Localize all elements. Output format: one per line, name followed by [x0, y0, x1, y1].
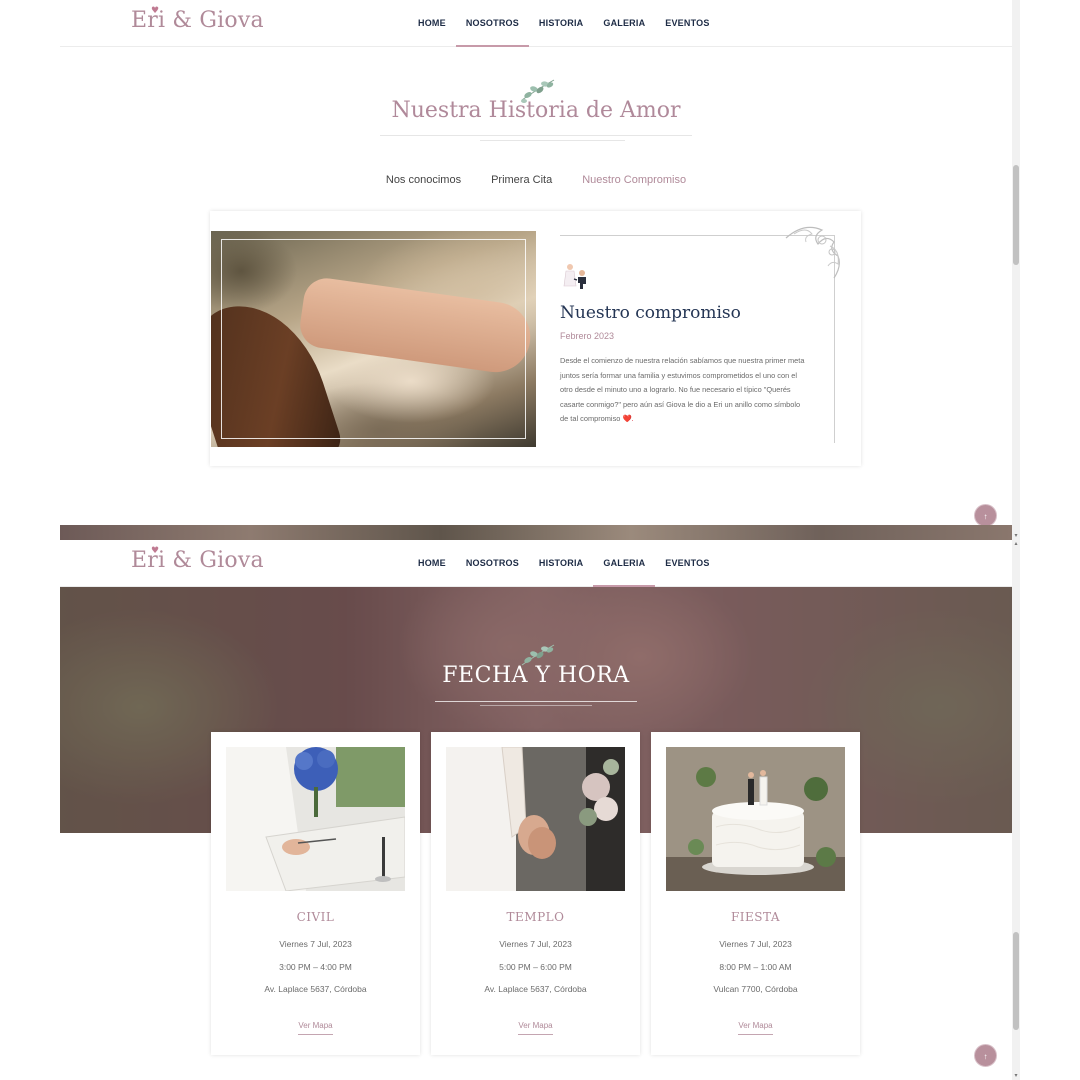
nav-home[interactable]: HOME	[408, 540, 456, 587]
site-logo[interactable]: Eri & Giova ♥	[131, 6, 264, 33]
civil-photo	[226, 747, 405, 891]
event-address: Av. Laplace 5637, Córdoba	[264, 984, 367, 994]
scroll-down-arrow-icon[interactable]: ▾	[1012, 1072, 1020, 1080]
nav-home[interactable]: HOME	[408, 0, 456, 47]
site-logo[interactable]: Eri & Giova ♥	[131, 546, 264, 573]
main-nav: HOME NOSOTROS HISTORIA GALERIA EVENTOS	[408, 0, 720, 47]
arrow-up-icon: ↑	[983, 1052, 988, 1061]
tab-primera-cita[interactable]: Primera Cita	[491, 174, 552, 186]
event-card-fiesta: FIESTA Viernes 7 Jul, 2023 8:00 PM – 1:0…	[651, 732, 860, 1055]
floral-corner-ornament-icon	[785, 226, 840, 279]
nav-galeria[interactable]: GALERIA	[593, 0, 655, 47]
event-time: 3:00 PM – 4:00 PM	[279, 962, 352, 972]
view-map-link[interactable]: Ver Mapa	[518, 1021, 553, 1035]
story-title: Nuestra Historia de Amor	[391, 98, 681, 123]
map-link-wrapper: Ver Mapa	[431, 1015, 640, 1035]
event-date: Viernes 7 Jul, 2023	[279, 939, 352, 949]
story-body: Desde el comienzo de nuestra relación sa…	[560, 354, 808, 427]
nav-nosotros[interactable]: NOSOTROS	[456, 540, 529, 587]
event-card-templo: TEMPLO Viernes 7 Jul, 2023 5:00 PM – 6:0…	[431, 732, 640, 1055]
templo-photo	[446, 747, 625, 891]
scroll-down-arrow-icon[interactable]: ▾	[1012, 532, 1020, 540]
event-date: Viernes 7 Jul, 2023	[719, 939, 792, 949]
nav-galeria[interactable]: GALERIA	[593, 540, 656, 587]
back-to-top-button[interactable]: ↑	[974, 504, 997, 527]
site-header: Eri & Giova ♥ HOME NOSOTROS HISTORIA GAL…	[60, 0, 1012, 47]
story-date: Febrero 2023	[560, 331, 615, 341]
event-name: TEMPLO	[506, 910, 565, 924]
map-link-wrapper: Ver Mapa	[651, 1015, 860, 1035]
scrollbar-top[interactable]: ▾	[1012, 0, 1020, 540]
site-header: Eri & Giova ♥ HOME NOSOTROS HISTORIA GAL…	[60, 540, 1012, 587]
events-view: Eri & Giova ♥ HOME NOSOTROS HISTORIA GAL…	[60, 540, 1012, 1080]
scroll-up-arrow-icon[interactable]: ▴	[1012, 540, 1020, 548]
title-divider	[435, 701, 637, 702]
event-card-civil: CIVIL Viernes 7 Jul, 2023 3:00 PM – 4:00…	[211, 732, 420, 1055]
back-to-top-button[interactable]: ↑	[974, 1044, 997, 1067]
main-nav: HOME NOSOTROS HISTORIA GALERIA EVENTOS	[408, 540, 720, 587]
nav-historia[interactable]: HISTORIA	[529, 540, 593, 587]
story-text-panel: Nuestro compromiso Febrero 2023 Desde el…	[560, 226, 840, 443]
heart-icon: ♥	[151, 546, 160, 556]
view-map-link[interactable]: Ver Mapa	[738, 1021, 773, 1035]
story-card: Nuestro compromiso Febrero 2023 Desde el…	[210, 211, 861, 466]
story-body-text: Desde el comienzo de nuestra relación sa…	[560, 356, 805, 423]
scrollbar-thumb[interactable]	[1013, 932, 1019, 1030]
heart-emoji-icon: ❤️.	[622, 414, 634, 423]
event-address: Vulcan 7700, Córdoba	[713, 984, 798, 994]
event-time: 8:00 PM – 1:00 AM	[719, 962, 792, 972]
next-section-image	[60, 525, 1012, 540]
event-name: CIVIL	[296, 910, 335, 924]
event-date: Viernes 7 Jul, 2023	[499, 939, 572, 949]
event-time: 5:00 PM – 6:00 PM	[499, 962, 572, 972]
engagement-photo	[211, 231, 536, 447]
event-address: Av. Laplace 5637, Córdoba	[484, 984, 587, 994]
scrollbar-thumb[interactable]	[1013, 165, 1019, 265]
story-view: Eri & Giova ♥ HOME NOSOTROS HISTORIA GAL…	[60, 0, 1012, 540]
event-name: FIESTA	[730, 910, 781, 924]
nav-eventos[interactable]: EVENTOS	[655, 0, 719, 47]
title-divider	[380, 135, 692, 136]
view-map-link[interactable]: Ver Mapa	[298, 1021, 333, 1035]
title-divider	[480, 140, 625, 141]
story-tabs: Nos conocimos Primera Cita Nuestro Compr…	[60, 174, 1012, 186]
photo-frame	[221, 239, 526, 439]
story-heading: Nuestro compromiso	[560, 303, 741, 323]
nav-nosotros[interactable]: NOSOTROS	[455, 0, 530, 47]
tab-nos-conocimos[interactable]: Nos conocimos	[386, 174, 461, 186]
tab-nuestro-compromiso[interactable]: Nuestro Compromiso	[582, 174, 686, 186]
fiesta-photo	[666, 747, 845, 891]
map-link-wrapper: Ver Mapa	[211, 1015, 420, 1035]
arrow-up-icon: ↑	[983, 512, 988, 521]
scrollbar-bottom[interactable]: ▴ ▾	[1012, 540, 1020, 1080]
nav-historia[interactable]: HISTORIA	[529, 0, 593, 47]
heart-icon: ♥	[151, 6, 160, 16]
nav-eventos[interactable]: EVENTOS	[655, 540, 719, 587]
title-divider	[480, 705, 592, 706]
couple-proposal-icon	[563, 264, 586, 289]
events-title: FECHA Y HORA	[442, 663, 630, 688]
